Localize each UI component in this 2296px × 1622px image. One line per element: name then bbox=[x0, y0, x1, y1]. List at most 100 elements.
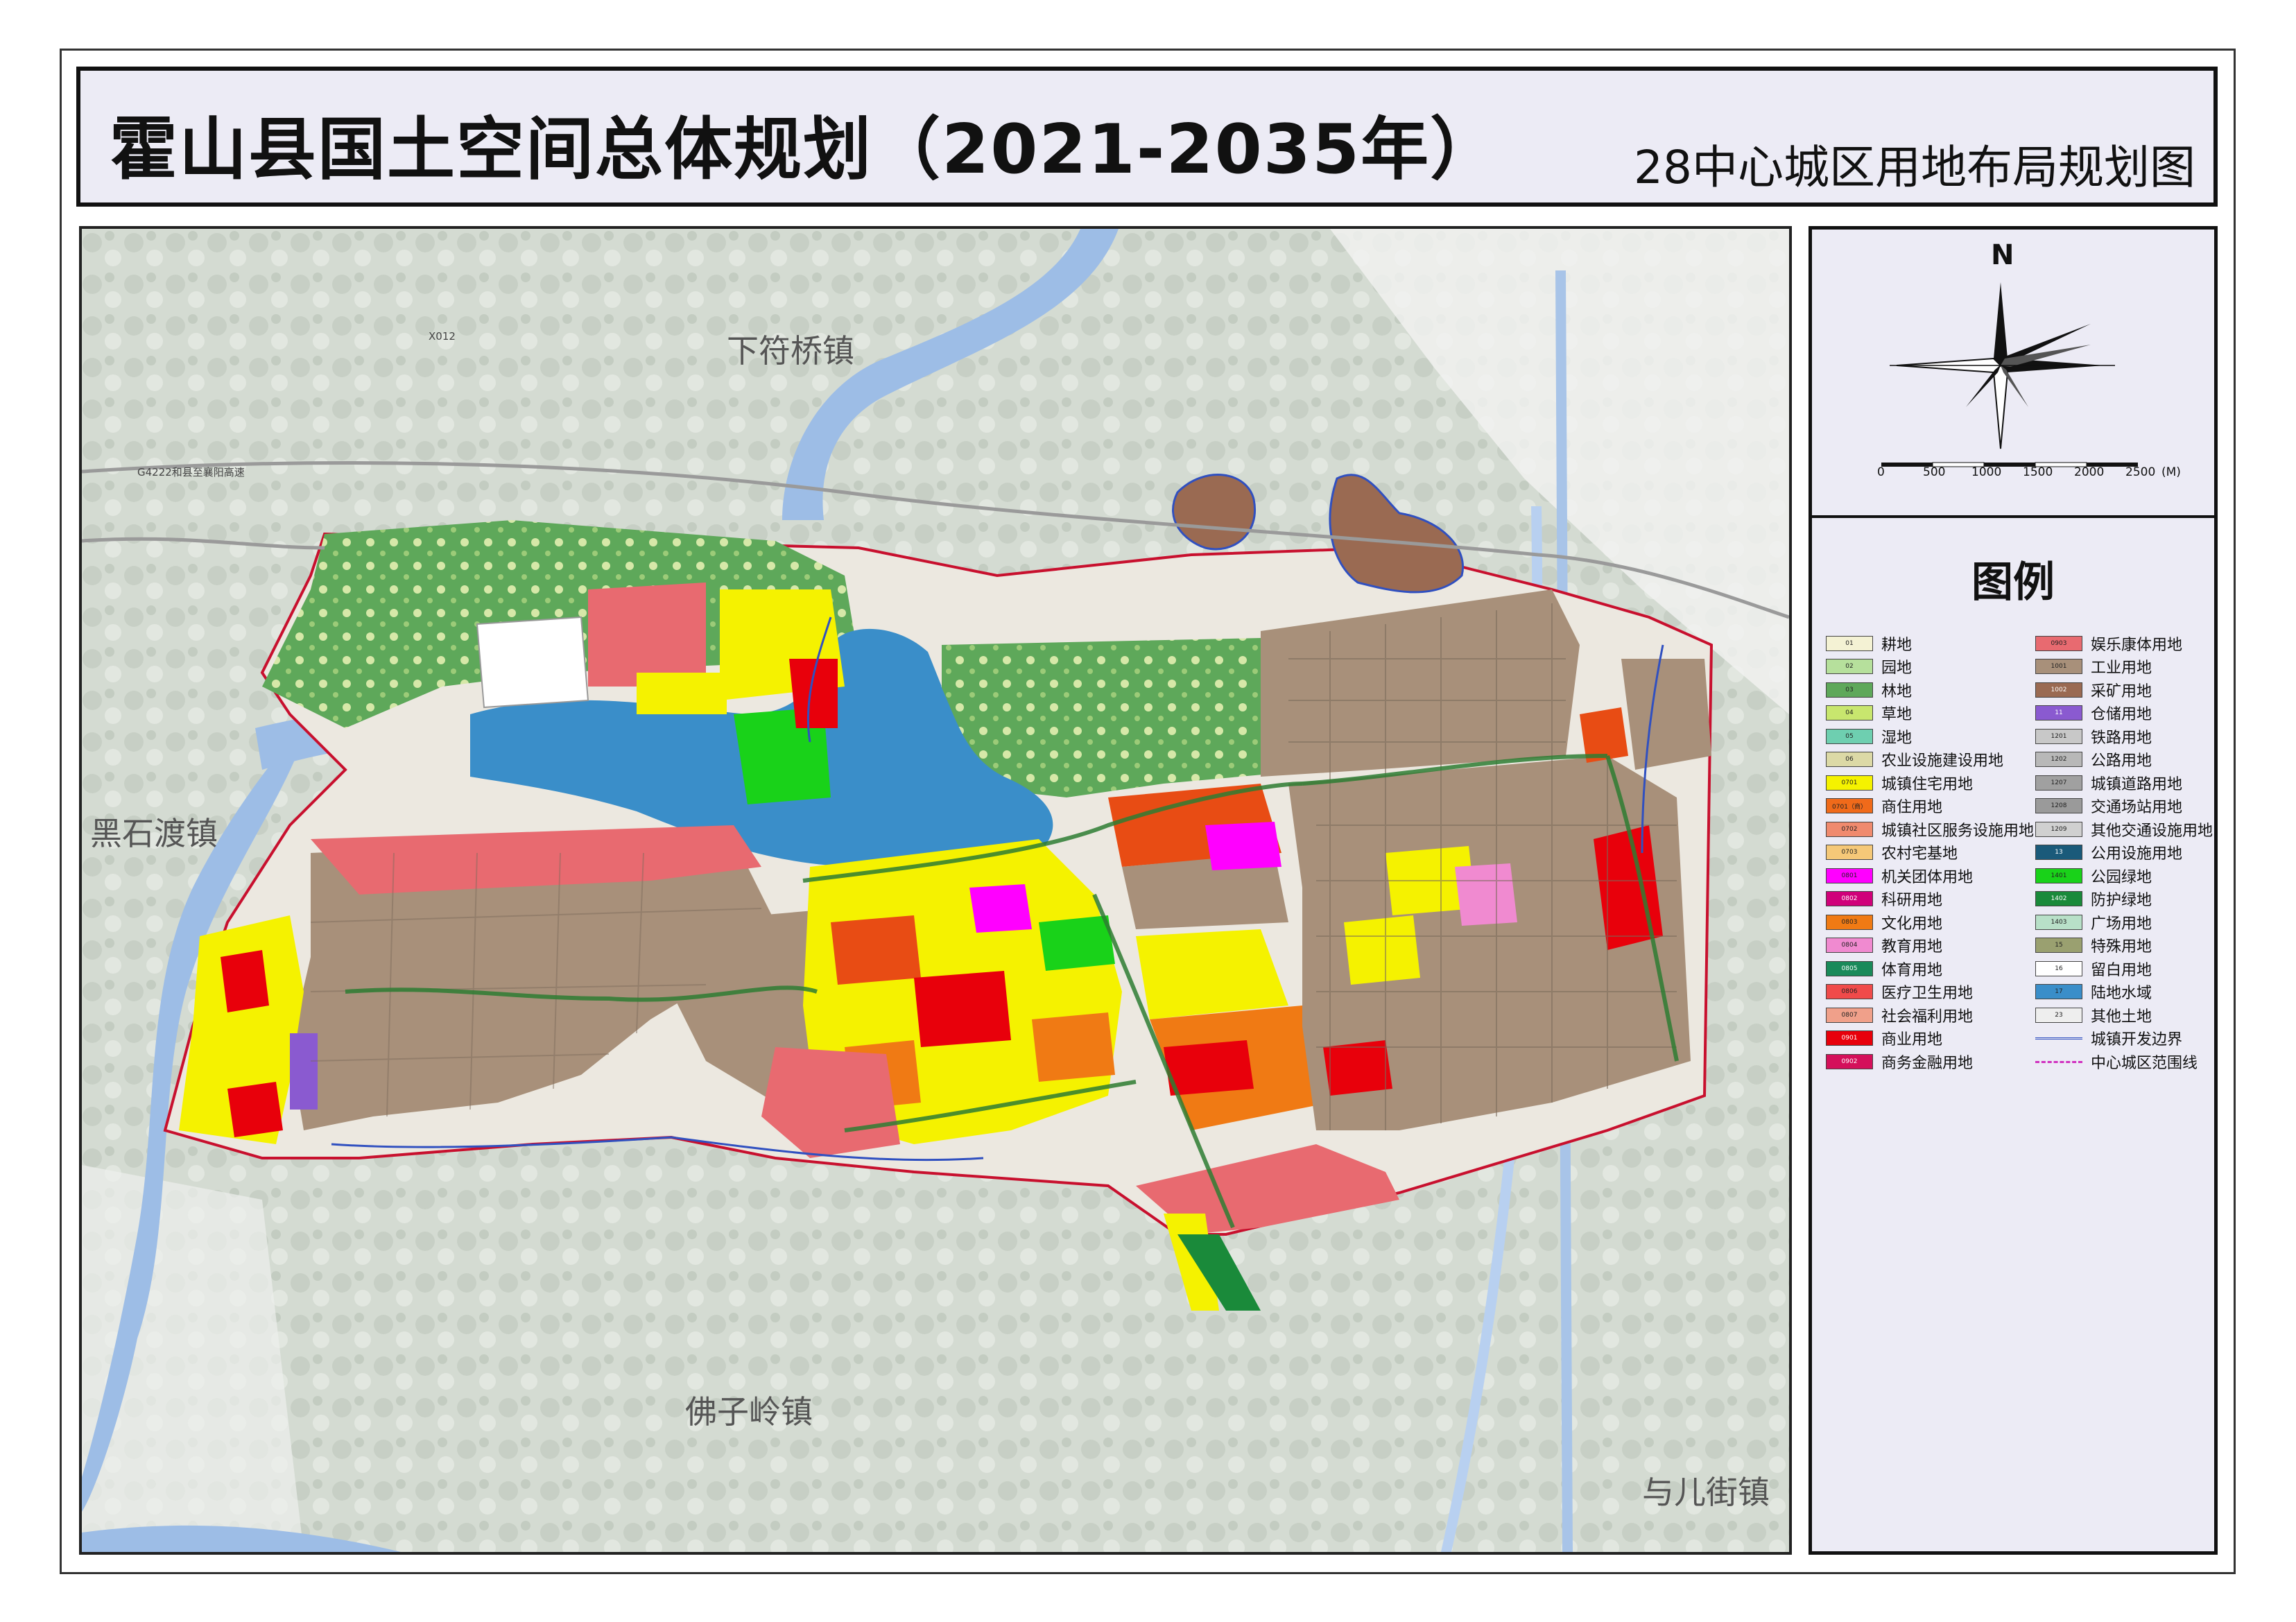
legend-swatch: 0801 bbox=[1826, 868, 1873, 883]
legend-code: 1208 bbox=[2051, 802, 2067, 810]
legend-code: 0804 bbox=[1841, 942, 1858, 949]
north-label: N bbox=[1991, 239, 2014, 271]
map-title: 霍山县国土空间总体规划（2021-2035年） bbox=[110, 110, 1500, 189]
legend-label: 文化用地 bbox=[1881, 915, 1943, 933]
panel-divider bbox=[1812, 515, 2214, 518]
town-label-yuerjie: 与儿街镇 bbox=[1642, 1474, 1770, 1511]
legend-item: 15 特殊用地 bbox=[2035, 934, 2213, 958]
legend-swatch: 04 bbox=[1826, 705, 1873, 721]
legend-swatch: 0903 bbox=[2035, 635, 2082, 651]
legend-label: 医疗卫生用地 bbox=[1881, 985, 1974, 1003]
legend-item: 0803 文化用地 bbox=[1826, 911, 2034, 934]
legend-item: 1208 交通场站用地 bbox=[2035, 795, 2213, 818]
legend-swatch: 17 bbox=[2035, 984, 2082, 1000]
side-panel: N 0 500 1000 1500 2000 2500 (M) 图例 01 耕地 0… bbox=[1809, 226, 2218, 1555]
legend-code: 1201 bbox=[2051, 732, 2067, 740]
legend-item: 05 湿地 bbox=[1826, 725, 2034, 748]
legend-label: 农业设施建设用地 bbox=[1881, 752, 2004, 770]
legend-item: 0701 城镇住宅用地 bbox=[1826, 771, 2034, 795]
legend-line-stroke bbox=[2035, 1060, 2082, 1063]
legend-swatch: 11 bbox=[2035, 705, 2082, 721]
legend-title: 图例 bbox=[1971, 558, 2055, 607]
legend-swatch: 1002 bbox=[2035, 682, 2082, 698]
legend-swatch: 0701（商） bbox=[1826, 798, 1873, 814]
legend-line-swatch bbox=[2035, 1054, 2082, 1069]
legend-swatch: 0901 bbox=[1826, 1030, 1873, 1046]
legend-label: 湿地 bbox=[1881, 729, 1913, 747]
legend-code: 1403 bbox=[2051, 918, 2067, 926]
legend-label: 园地 bbox=[1881, 659, 1913, 678]
legend-label: 中心城区范围线 bbox=[2091, 1054, 2198, 1072]
legend-item: 06 农业设施建设用地 bbox=[1826, 748, 2034, 772]
legend-item: 0802 科研用地 bbox=[1826, 888, 2034, 911]
legend-label: 农村宅基地 bbox=[1881, 845, 1958, 863]
legend-code: 1402 bbox=[2051, 895, 2067, 903]
legend-label: 铁路用地 bbox=[2091, 729, 2152, 747]
legend-swatch: 1208 bbox=[2035, 798, 2082, 814]
legend-swatch: 1001 bbox=[2035, 659, 2082, 675]
legend-line-swatch bbox=[2035, 1030, 2082, 1046]
legend-label: 工业用地 bbox=[2091, 659, 2152, 678]
legend-item: 13 公用设施用地 bbox=[2035, 841, 2213, 865]
legend-code: 0801 bbox=[1841, 872, 1858, 879]
legend-swatch: 02 bbox=[1826, 659, 1873, 675]
legend-label: 留白用地 bbox=[2091, 961, 2152, 979]
legend-item: 1401 公园绿地 bbox=[2035, 864, 2213, 888]
legend-item: 16 留白用地 bbox=[2035, 957, 2213, 981]
legend-label: 交通场站用地 bbox=[2091, 799, 2183, 817]
legend-swatch: 0804 bbox=[1826, 938, 1873, 954]
legend-column-left: 01 耕地 02 园地 03 林地 04 草地 05 湿地 06 农业设施建设用地 0701 城镇住宅用地… bbox=[1826, 632, 2034, 1073]
legend-item: 0902 商务金融用地 bbox=[1826, 1050, 2034, 1073]
legend-code: 0702 bbox=[1841, 825, 1858, 833]
legend-item: 1001 工业用地 bbox=[2035, 655, 2213, 679]
legend-item: 1402 防护绿地 bbox=[2035, 888, 2213, 911]
legend-code: 03 bbox=[1845, 686, 1854, 693]
legend-swatch: 0701 bbox=[1826, 775, 1873, 791]
legend-item: 0804 教育用地 bbox=[1826, 934, 2034, 958]
legend-item: 1209 其他交通设施用地 bbox=[2035, 818, 2213, 841]
legend-label: 城镇住宅用地 bbox=[1881, 775, 1974, 793]
legend-code: 02 bbox=[1845, 663, 1854, 671]
map-canvas[interactable]: 下符桥镇 黑石渡镇 佛子岭镇 与儿街镇 X012 G4222和县至襄阳高速 bbox=[79, 226, 1792, 1555]
legend-code: 0806 bbox=[1841, 988, 1858, 996]
legend-item: 17 陆地水域 bbox=[2035, 981, 2213, 1004]
legend-item: 0806 医疗卫生用地 bbox=[1826, 981, 2034, 1004]
legend-item: 01 耕地 bbox=[1826, 632, 2034, 655]
legend-item: 1202 公路用地 bbox=[2035, 748, 2213, 772]
legend-line-stroke bbox=[2035, 1037, 2082, 1040]
legend-item: 1002 采矿用地 bbox=[2035, 678, 2213, 702]
legend-swatch: 16 bbox=[2035, 960, 2082, 976]
legend-swatch: 1201 bbox=[2035, 728, 2082, 744]
legend-code: 01 bbox=[1845, 639, 1854, 647]
legend-label: 特殊用地 bbox=[2091, 938, 2152, 956]
scale-tick: 1000 bbox=[1971, 465, 2002, 479]
legend-label: 商住用地 bbox=[1881, 799, 1943, 817]
legend-item: 城镇开发边界 bbox=[2035, 1027, 2213, 1051]
legend-label: 商业用地 bbox=[1881, 1031, 1943, 1049]
legend-code: 0901 bbox=[1841, 1035, 1858, 1042]
legend-code: 11 bbox=[2055, 709, 2063, 717]
legend-item: 0702 城镇社区服务设施用地 bbox=[1826, 818, 2034, 841]
legend-column-right: 0903 娱乐康体用地 1001 工业用地 1002 采矿用地 11 仓储用地 1201 铁路用地… bbox=[2035, 632, 2213, 1073]
legend-item: 03 林地 bbox=[1826, 678, 2034, 702]
legend-swatch: 13 bbox=[2035, 845, 2082, 861]
road-label-x012: X012 bbox=[429, 330, 456, 343]
legend-swatch: 1401 bbox=[2035, 868, 2082, 883]
legend-code: 1207 bbox=[2051, 779, 2067, 786]
legend-label: 耕地 bbox=[1881, 636, 1913, 654]
legend-code: 0807 bbox=[1841, 1011, 1858, 1019]
legend-swatch: 0806 bbox=[1826, 984, 1873, 1000]
legend-code: 0802 bbox=[1841, 895, 1858, 903]
legend-label: 城镇开发边界 bbox=[2091, 1031, 2183, 1049]
legend-swatch: 1209 bbox=[2035, 821, 2082, 837]
legend-swatch: 06 bbox=[1826, 752, 1873, 768]
legend-code: 15 bbox=[2055, 942, 2063, 949]
legend-swatch: 1403 bbox=[2035, 914, 2082, 930]
legend-label: 娱乐康体用地 bbox=[2091, 636, 2183, 654]
legend-swatch: 0902 bbox=[1826, 1053, 1873, 1069]
legend-swatch: 05 bbox=[1826, 728, 1873, 744]
legend-code: 0701（商） bbox=[1832, 803, 1867, 811]
legend-code: 17 bbox=[2055, 988, 2063, 996]
legend-label: 其他土地 bbox=[2091, 1008, 2152, 1026]
legend-code: 06 bbox=[1845, 756, 1854, 763]
